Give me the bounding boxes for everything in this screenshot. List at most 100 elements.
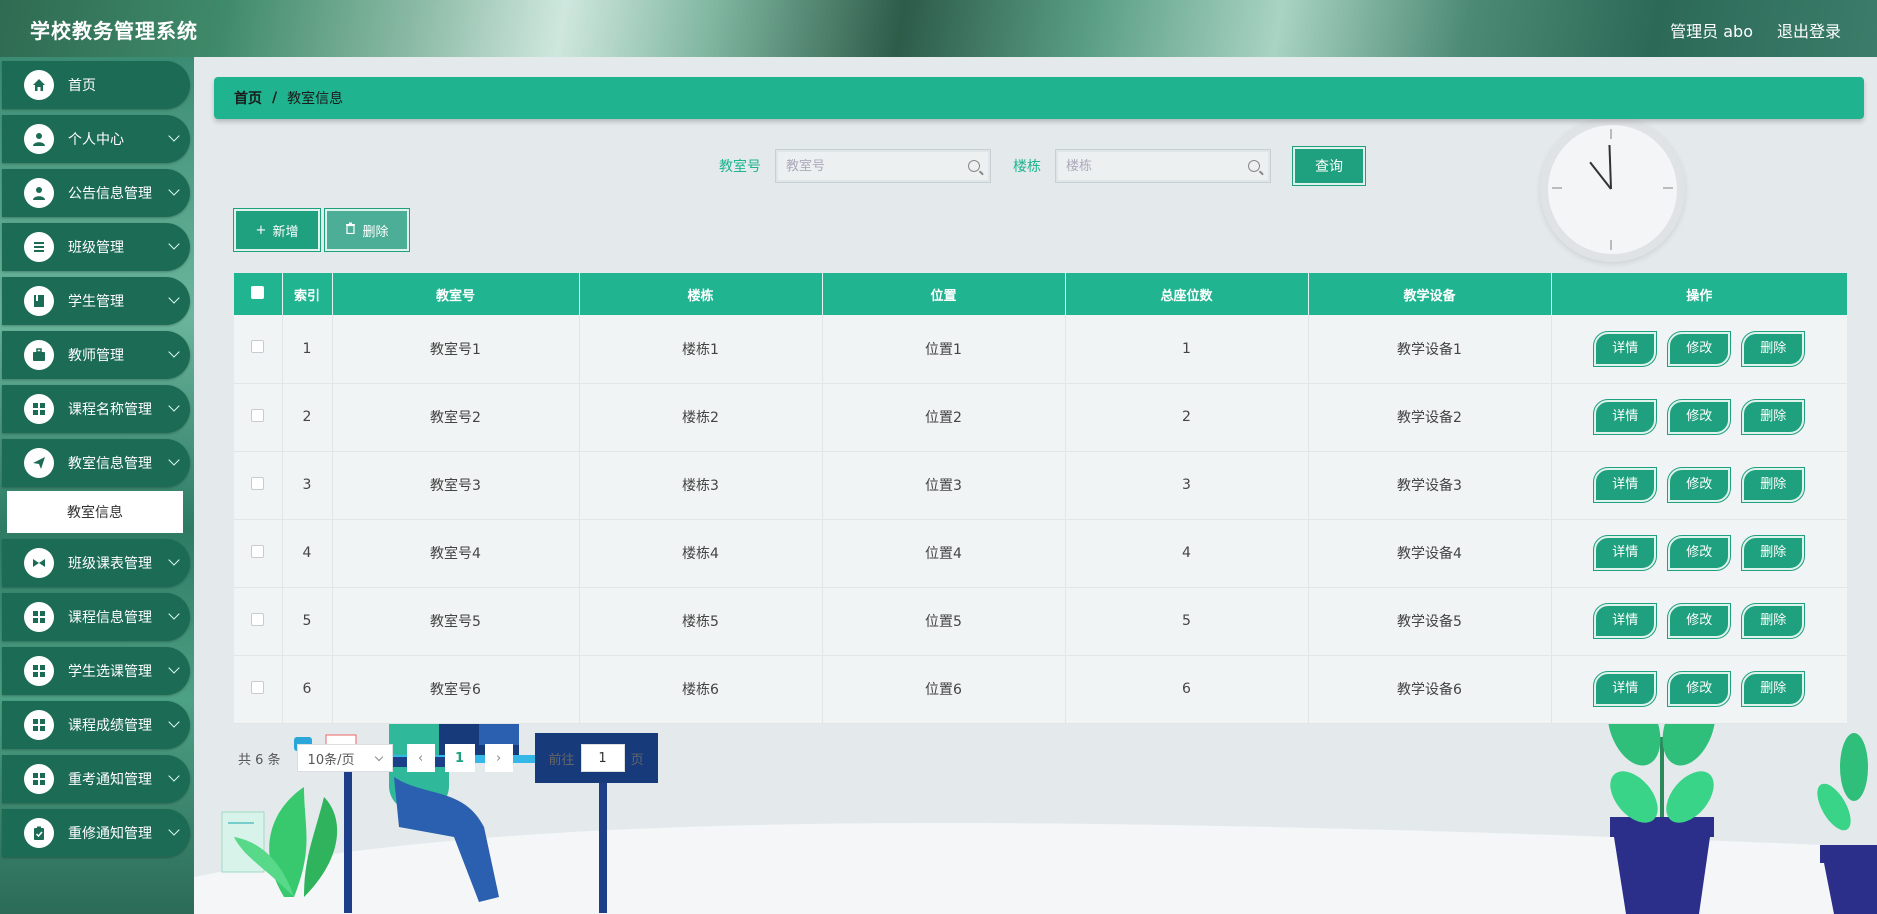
chevron-down-icon [168, 292, 180, 304]
table-cell: 教室号2 [332, 383, 580, 452]
sidebar-item-retest-notice[interactable]: 重考通知管理 [2, 755, 190, 803]
grid-icon [24, 602, 54, 632]
sidebar-item-label: 班级管理 [68, 240, 124, 256]
delete-button-label: 删除 [362, 224, 389, 240]
table-cell: 楼栋3 [579, 451, 823, 520]
table-cell: 5 [1065, 587, 1309, 656]
row-checkbox[interactable] [251, 612, 265, 626]
select-all-checkbox[interactable] [251, 285, 265, 299]
detail-button[interactable]: 详情 [1593, 330, 1658, 367]
row-checkbox[interactable] [251, 544, 265, 558]
top-header: 学校教务管理系统 管理员 abo 退出登录 [0, 0, 1877, 57]
sidebar-item-class-schedule[interactable]: 班级课表管理 [2, 539, 190, 587]
table-cell: 3 [282, 451, 333, 520]
add-button[interactable]: + 新增 [233, 208, 321, 252]
row-checkbox[interactable] [251, 680, 265, 694]
app-title: 学校教务管理系统 [30, 19, 198, 43]
sidebar-item-home[interactable]: 首页 [2, 61, 190, 109]
edit-button[interactable]: 修改 [1667, 399, 1732, 435]
table-header-row: 索引 教室号 楼栋 位置 总座位数 教学设备 操作 [234, 273, 1847, 315]
delete-button[interactable]: 删除 [1741, 535, 1806, 571]
sidebar-item-student[interactable]: 学生管理 [2, 277, 190, 325]
search-icon [968, 160, 980, 172]
detail-button[interactable]: 详情 [1593, 399, 1658, 435]
table-cell: 位置3 [822, 451, 1066, 520]
sidebar-item-announcement[interactable]: 公告信息管理 [2, 169, 190, 217]
sidebar-item-label: 学生管理 [68, 294, 124, 310]
sidebar-item-label: 课程成绩管理 [68, 718, 152, 734]
sidebar-item-teacher[interactable]: 教师管理 [2, 331, 190, 379]
breadcrumb: 首页 / 教室信息 [214, 77, 1864, 119]
table-cell: 教学设备3 [1308, 451, 1552, 520]
sidebar-item-classroom-info[interactable]: 教室信息管理 [2, 439, 190, 487]
batch-delete-button[interactable]: 删除 [324, 208, 410, 252]
sidebar-item-course-name[interactable]: 课程名称管理 [2, 385, 190, 433]
breadcrumb-home[interactable]: 首页 [234, 88, 262, 108]
goto-page-input[interactable]: 1 [580, 744, 625, 772]
edit-button[interactable]: 修改 [1667, 330, 1732, 367]
next-page-button[interactable]: › [484, 744, 513, 772]
classroom-table: 索引 教室号 楼栋 位置 总座位数 教学设备 操作 1 教室号1 楼栋1 位置1 1 教学… [234, 273, 1847, 724]
chevron-down-icon [168, 346, 180, 358]
sidebar-item-class[interactable]: 班级管理 [2, 223, 190, 271]
sidebar-item-label: 班级课表管理 [68, 556, 152, 572]
row-actions: 详情 修改 删除 [1551, 519, 1847, 588]
column-header: 总座位数 [1065, 273, 1309, 315]
sidebar-subitem-classroom-info[interactable]: 教室信息 [7, 491, 183, 533]
row-select-cell[interactable] [234, 315, 283, 384]
edit-button[interactable]: 修改 [1667, 535, 1732, 571]
table-cell: 1 [1065, 315, 1309, 384]
table-cell: 教学设备1 [1308, 315, 1552, 384]
column-header: 教学设备 [1308, 273, 1552, 315]
row-select-cell[interactable] [234, 383, 283, 452]
detail-button[interactable]: 详情 [1593, 535, 1658, 571]
delete-button[interactable]: 删除 [1741, 603, 1806, 639]
office-illustration [194, 697, 1877, 914]
table-cell: 5 [282, 587, 333, 656]
row-select-cell[interactable] [234, 655, 283, 724]
sidebar-item-label: 学生选课管理 [68, 664, 152, 680]
sidebar-item-course-info[interactable]: 课程信息管理 [2, 593, 190, 641]
edit-button[interactable]: 修改 [1667, 671, 1732, 707]
row-select-cell[interactable] [234, 519, 283, 588]
detail-button[interactable]: 详情 [1593, 603, 1658, 639]
sidebar-item-label: 重考通知管理 [68, 772, 152, 788]
page-number-current[interactable]: 1 [444, 744, 475, 772]
edit-button[interactable]: 修改 [1667, 467, 1732, 503]
query-button[interactable]: 查询 [1292, 146, 1366, 186]
table-cell: 位置5 [822, 587, 1066, 656]
table-row: 2 教室号2 楼栋2 位置2 2 教学设备2 详情 修改 删除 [234, 383, 1847, 452]
edit-button[interactable]: 修改 [1667, 603, 1732, 639]
grid-icon [24, 656, 54, 686]
row-checkbox[interactable] [251, 408, 265, 422]
row-checkbox[interactable] [251, 340, 265, 354]
logout-link[interactable]: 退出登录 [1777, 18, 1841, 42]
table-cell: 教学设备2 [1308, 383, 1552, 452]
action-toolbar: + 新增 删除 [233, 208, 414, 252]
sidebar-item-course-selection[interactable]: 学生选课管理 [2, 647, 190, 695]
select-all-cell[interactable] [234, 273, 283, 315]
detail-button[interactable]: 详情 [1593, 467, 1658, 503]
sidebar-item-course-grades[interactable]: 课程成绩管理 [2, 701, 190, 749]
delete-button[interactable]: 删除 [1741, 671, 1806, 707]
breadcrumb-current: 教室信息 [287, 91, 344, 107]
delete-button[interactable]: 删除 [1741, 399, 1806, 435]
building-field [1055, 149, 1271, 183]
room-number-field [775, 149, 991, 183]
building-input[interactable] [1066, 158, 1248, 174]
row-select-cell[interactable] [234, 451, 283, 520]
table-row: 6 教室号6 楼栋6 位置6 6 教学设备6 详情 修改 删除 [234, 655, 1847, 724]
room-number-input[interactable] [786, 158, 968, 174]
briefcase-icon [24, 340, 54, 370]
row-select-cell[interactable] [234, 587, 283, 656]
sidebar-item-label: 教师管理 [68, 348, 124, 364]
prev-page-button[interactable]: ‹ [406, 744, 435, 772]
page-size-select[interactable]: 10条/页 [296, 744, 393, 772]
row-checkbox[interactable] [251, 476, 265, 490]
sidebar-item-retake-notice[interactable]: 重修通知管理 [2, 809, 190, 857]
delete-button[interactable]: 删除 [1741, 467, 1806, 503]
sidebar-item-label: 首页 [68, 78, 96, 94]
detail-button[interactable]: 详情 [1593, 671, 1658, 707]
delete-button[interactable]: 删除 [1741, 330, 1806, 367]
sidebar-item-personal-center[interactable]: 个人中心 [2, 115, 190, 163]
